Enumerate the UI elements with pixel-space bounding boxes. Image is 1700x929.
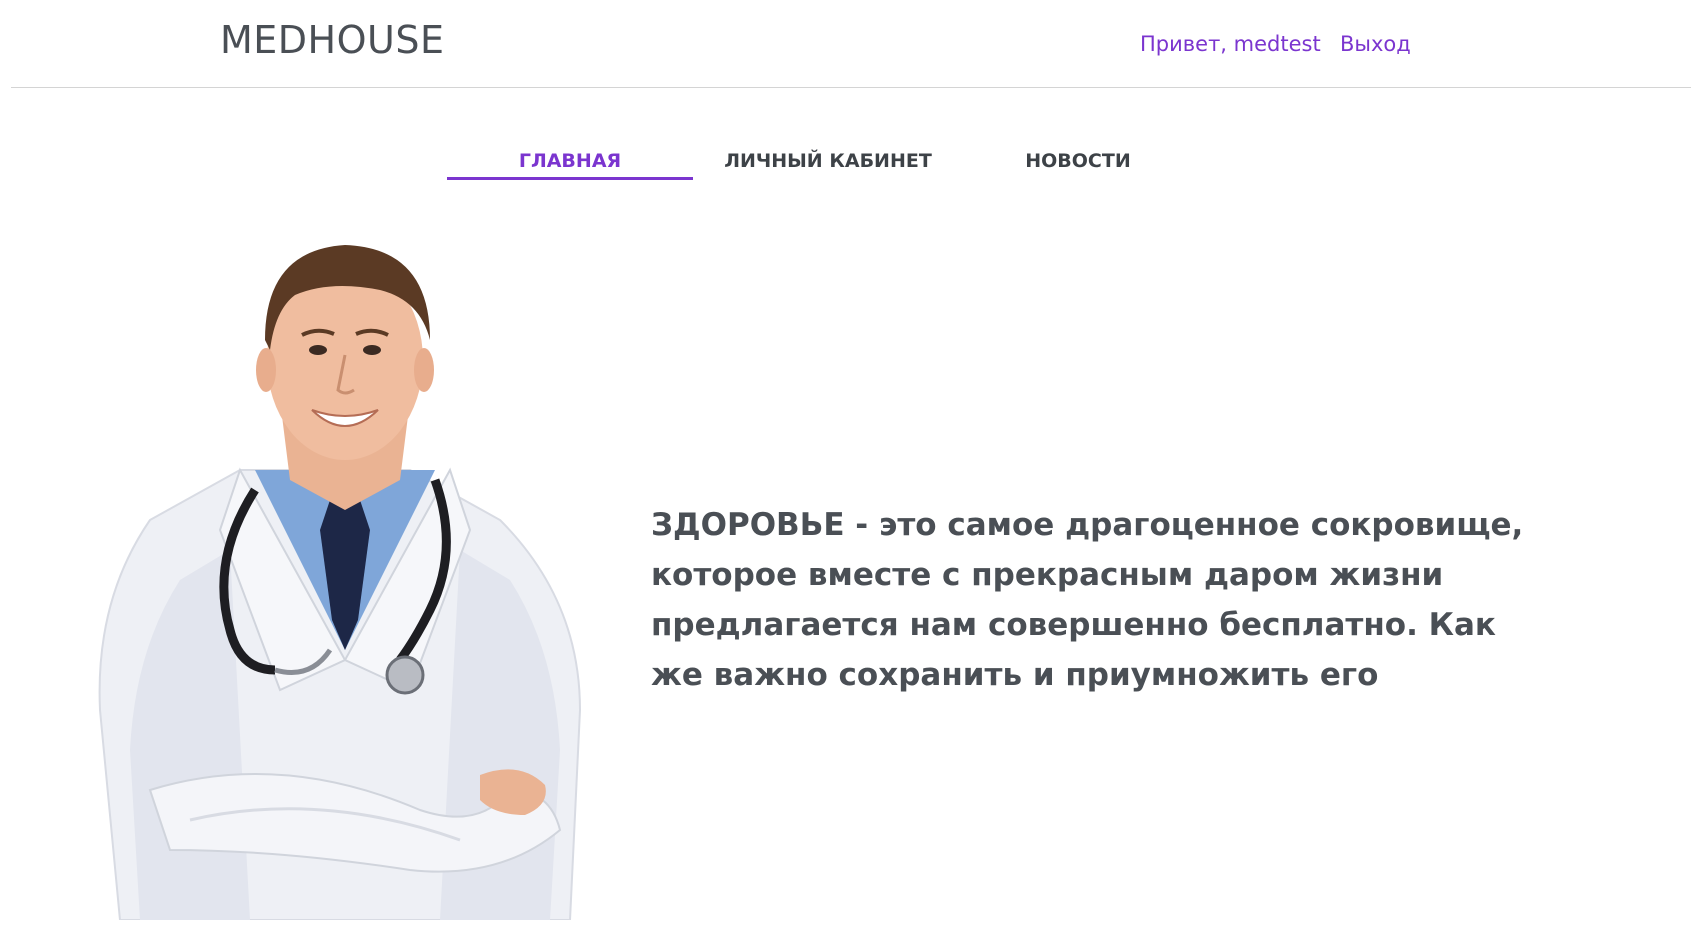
logout-link[interactable]: Выход: [1340, 32, 1411, 56]
main-nav: ГЛАВНАЯ ЛИЧНЫЙ КАБИНЕТ НОВОСТИ: [0, 145, 1700, 185]
tab-news[interactable]: НОВОСТИ: [993, 145, 1163, 177]
doctor-photo: [98, 245, 582, 920]
site-logo[interactable]: MEDHOUSE: [220, 18, 445, 62]
tab-personal-cabinet[interactable]: ЛИЧНЫЙ КАБИНЕТ: [713, 145, 943, 177]
header-divider: [11, 87, 1691, 88]
hero-quote: ЗДОРОВЬЕ - это самое драгоценное сокрови…: [651, 507, 1524, 693]
tab-main[interactable]: ГЛАВНАЯ: [447, 145, 693, 180]
header: MEDHOUSE Привет, medtest Выход: [0, 0, 1700, 88]
user-greeting-link[interactable]: Привет, medtest: [1140, 32, 1321, 56]
